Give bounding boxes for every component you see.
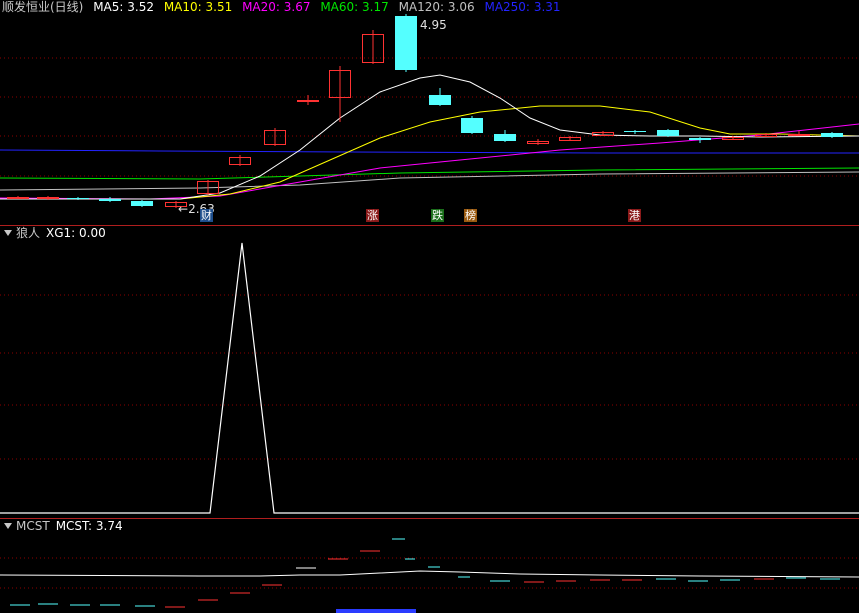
candle-body: [788, 134, 810, 136]
ma250-line: [0, 149, 859, 154]
scrollbar-thumb[interactable]: [336, 609, 416, 613]
xg1-header: 狼人 XG1: 0.00: [2, 226, 112, 241]
mcst-indicator-name: MCST: [16, 519, 50, 533]
mcst-chart[interactable]: [0, 519, 859, 613]
event-badge-fall[interactable]: 跌: [431, 209, 444, 222]
high-price-label: 4.95: [420, 18, 447, 32]
price-chart-pane[interactable]: 顺发恒业(日线) MA5: 3.52 MA10: 3.51 MA20: 3.67…: [0, 0, 859, 226]
stock-title: 顺发恒业(日线): [2, 0, 84, 14]
event-badge-rank[interactable]: 榜: [464, 209, 477, 222]
ma20-line: [0, 123, 859, 200]
event-badge-hk[interactable]: 港: [628, 209, 641, 222]
candle-body: [7, 197, 29, 199]
candle-body: [67, 198, 89, 199]
candle-body: [99, 199, 121, 201]
event-badge-rise[interactable]: 涨: [366, 209, 379, 222]
mcst-value-text: MCST: 3.74: [55, 519, 123, 533]
xg1-line: [0, 242, 859, 514]
candle-body: [689, 138, 711, 140]
mcst-indicator-pane[interactable]: MCST MCST: 3.74: [0, 519, 859, 613]
price-chart-header: 顺发恒业(日线) MA5: 3.52 MA10: 3.51 MA20: 3.67…: [2, 0, 567, 15]
candle-body: [821, 133, 843, 137]
candle-body: [37, 197, 59, 199]
xg1-indicator-pane[interactable]: 狼人 XG1: 0.00: [0, 226, 859, 519]
low-arrow-icon: ←: [178, 202, 189, 216]
candle-body: [297, 100, 319, 102]
event-badge-finance[interactable]: 财: [200, 209, 213, 222]
collapse-arrow-icon[interactable]: [4, 230, 12, 236]
ma250-indicator: MA250: 3.31: [484, 0, 561, 14]
mcst-header: MCST MCST: 3.74: [2, 519, 129, 534]
candle-body: [657, 130, 679, 136]
ma120-line: [0, 171, 859, 191]
candle-body: [624, 131, 646, 132]
mcst-line: [0, 570, 859, 578]
ma10-indicator: MA10: 3.51: [163, 0, 233, 14]
candle-body: [494, 134, 516, 141]
collapse-arrow-icon[interactable]: [4, 523, 12, 529]
ma60-indicator: MA60: 3.17: [320, 0, 389, 14]
ma5-indicator: MA5: 3.52: [93, 0, 154, 14]
candle-body: [131, 201, 153, 206]
xg1-indicator-name: 狼人: [16, 226, 41, 240]
candle-body: [461, 118, 483, 133]
xg1-chart[interactable]: [0, 226, 859, 519]
ma120-indicator: MA120: 3.06: [398, 0, 475, 14]
ma20-indicator: MA20: 3.67: [242, 0, 311, 14]
candle-body: [429, 95, 451, 105]
candlestick-chart[interactable]: [0, 0, 859, 226]
candle-body: [395, 16, 417, 70]
xg1-value-text: XG1: 0.00: [46, 226, 106, 240]
